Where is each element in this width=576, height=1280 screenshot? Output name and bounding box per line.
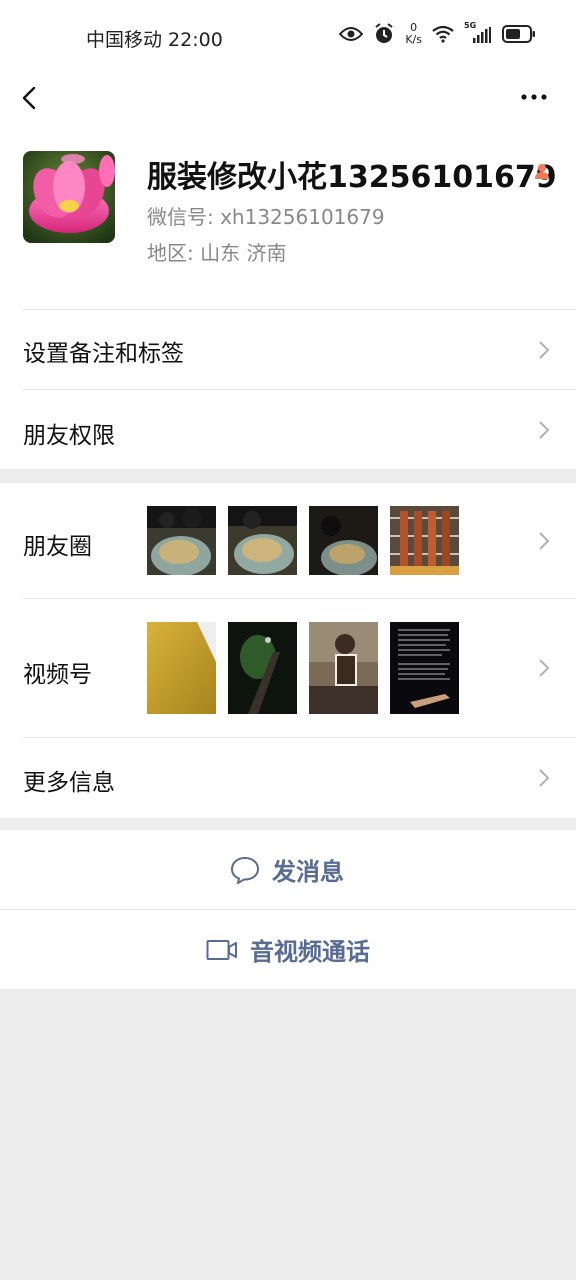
av-call-button[interactable]: 音视频通话 — [0, 910, 576, 989]
signal-group: 5G — [464, 21, 492, 44]
alarm-icon — [375, 23, 393, 43]
remark-tags-label: 设置备注和标签 — [23, 341, 184, 367]
more-info-label: 更多信息 — [23, 770, 115, 796]
avatar[interactable] — [23, 151, 115, 243]
chevron-right-icon — [539, 532, 550, 550]
remark-tags-row[interactable]: 设置备注和标签 — [0, 310, 576, 389]
av-call-content: 音视频通话 — [206, 910, 370, 989]
back-arrow-icon — [22, 86, 36, 110]
chevron-right-icon — [539, 341, 550, 359]
more-icon — [521, 94, 547, 100]
status-icons: 0 K/s 5G — [339, 21, 536, 46]
net-speed-unit: K/s — [405, 33, 422, 46]
more-options-button[interactable] — [516, 82, 556, 112]
contact-name: 服装修改小花13256101679 — [147, 160, 557, 195]
avatar-image — [23, 151, 115, 243]
moments-label: 朋友圈 — [23, 534, 92, 560]
contact-person-icon — [535, 164, 549, 179]
send-message-label: 发消息 — [272, 858, 344, 886]
top-bar — [0, 72, 576, 124]
eye-icon — [339, 27, 364, 41]
battery-icon — [502, 25, 535, 43]
wechat-id: 微信号: xh13256101679 — [147, 205, 385, 229]
status-bar: 中国移动 22:00 0 K/s 5G — [0, 0, 576, 72]
more-info-row[interactable]: 更多信息 — [0, 738, 576, 818]
friend-permissions-label: 朋友权限 — [23, 423, 115, 449]
net-speed: 0 K/s — [405, 22, 422, 46]
moments-thumbnail — [228, 506, 297, 575]
moments-thumbnail — [390, 506, 459, 575]
chevron-right-icon — [539, 769, 550, 787]
friend-permissions-row[interactable]: 朋友权限 — [0, 390, 576, 469]
moments-row[interactable]: 朋友圈 — [0, 483, 576, 598]
chevron-right-icon — [539, 659, 550, 677]
back-button[interactable] — [14, 78, 46, 118]
wifi-icon — [432, 25, 454, 43]
channels-thumbnail — [228, 622, 297, 714]
send-message-button[interactable]: 发消息 — [0, 830, 576, 909]
channels-label: 视频号 — [23, 662, 92, 688]
carrier-time: 中国移动 22:00 — [86, 29, 223, 51]
region: 地区: 山东 济南 — [147, 241, 287, 265]
moments-thumbnail — [147, 506, 216, 575]
send-message-content: 发消息 — [230, 830, 344, 909]
channels-row[interactable]: 视频号 — [0, 599, 576, 737]
channels-thumbnail — [390, 622, 459, 714]
video-camera-icon — [206, 939, 237, 960]
channels-thumbnail — [147, 622, 216, 714]
av-call-label: 音视频通话 — [250, 938, 370, 966]
signal-icon — [473, 27, 491, 43]
moments-thumbnail — [309, 506, 378, 575]
channels-thumbnail — [309, 622, 378, 714]
chat-bubble-icon — [230, 856, 260, 884]
chevron-right-icon — [539, 421, 550, 439]
